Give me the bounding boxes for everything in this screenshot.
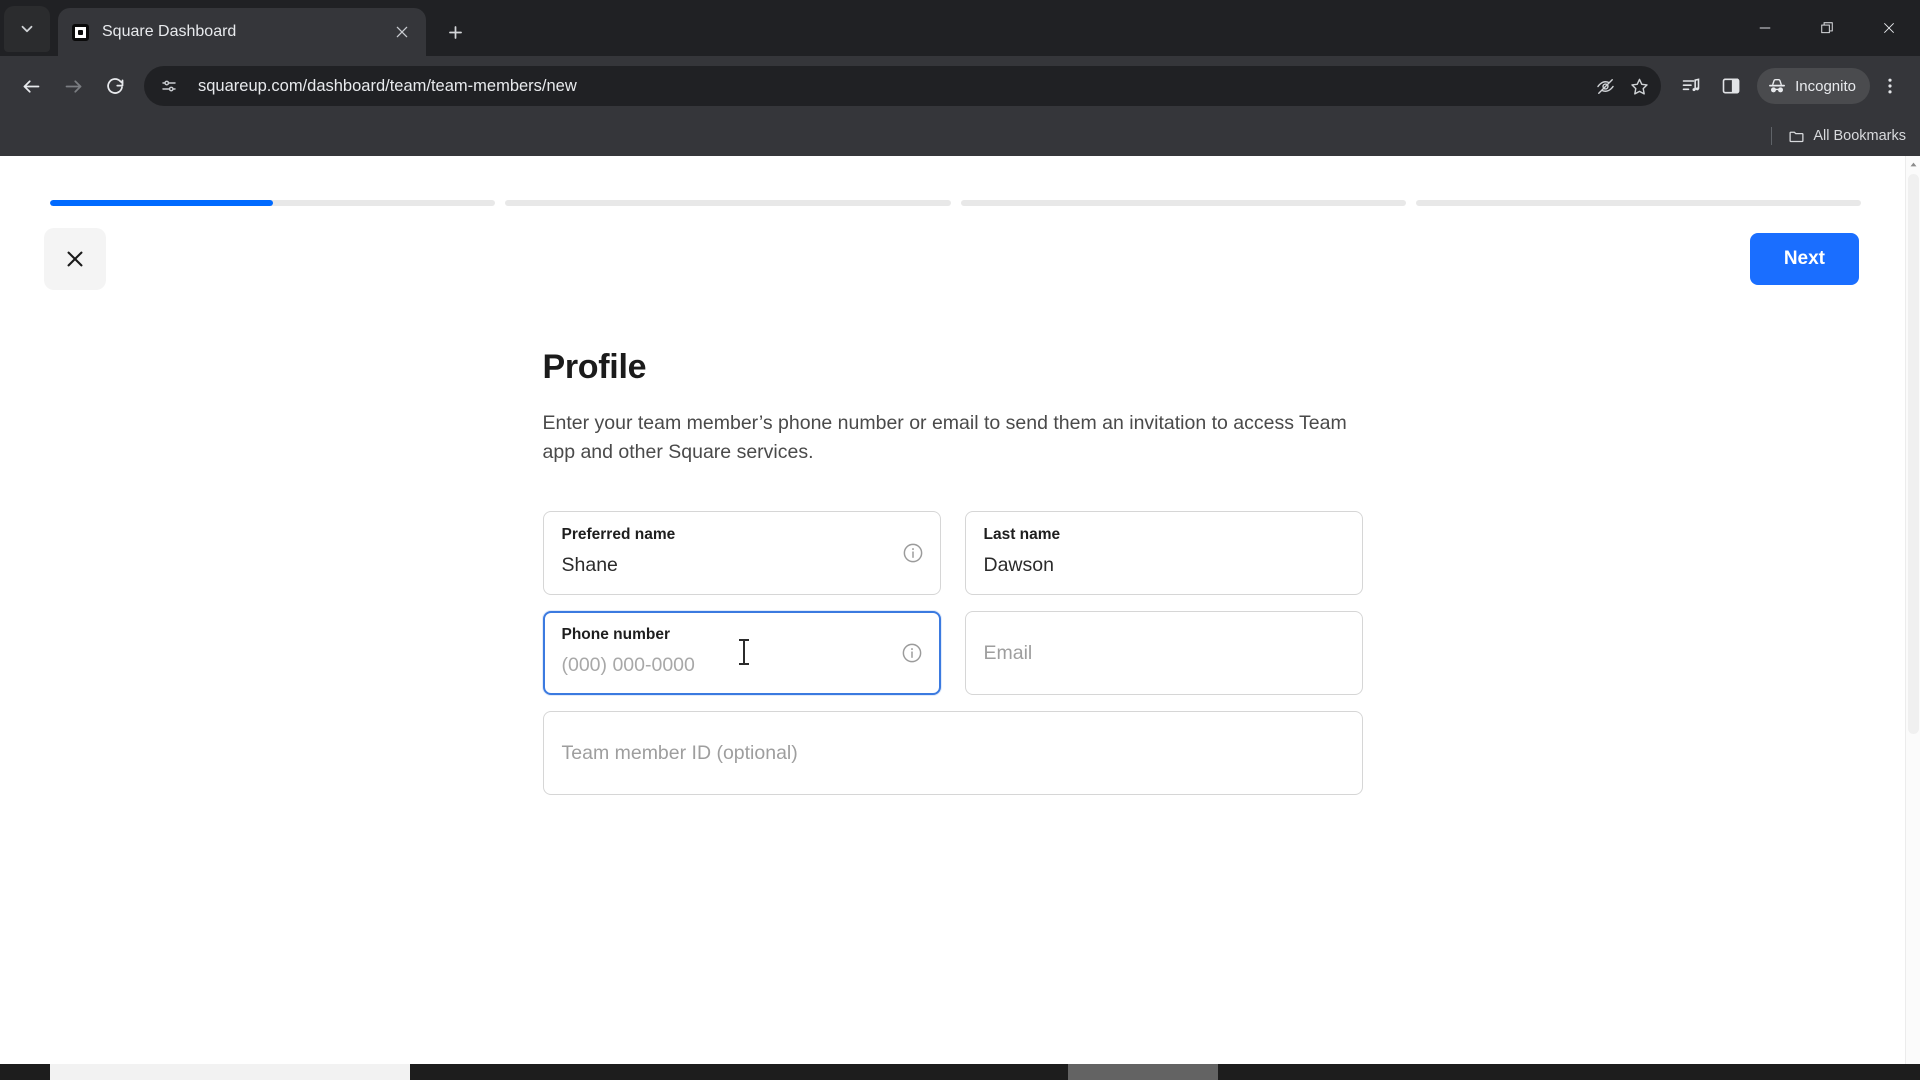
bookmark-star-icon[interactable] bbox=[1623, 70, 1655, 102]
scrollbar-thumb[interactable] bbox=[1908, 174, 1919, 734]
form-row-names: Preferred name Shane Last name Dawson bbox=[542, 510, 1363, 595]
scroll-up-arrow[interactable] bbox=[1906, 156, 1920, 173]
progress-segment-1 bbox=[50, 200, 496, 206]
minimize-icon bbox=[1759, 27, 1771, 29]
progress-segment-4 bbox=[1415, 200, 1861, 206]
incognito-icon bbox=[1769, 78, 1786, 93]
tab-close-icon[interactable] bbox=[390, 20, 414, 44]
phone-number-field[interactable]: Phone number (000) 000-0000 bbox=[542, 610, 941, 695]
preferred-name-label: Preferred name bbox=[561, 525, 676, 543]
close-icon bbox=[67, 251, 83, 267]
bookmarks-bar: All Bookmarks bbox=[0, 116, 1920, 156]
omnibox-actions bbox=[1587, 70, 1655, 102]
progress-segment-2 bbox=[505, 200, 951, 206]
last-name-label: Last name bbox=[983, 525, 1061, 543]
reload-icon bbox=[106, 77, 123, 94]
side-panel-icon bbox=[1722, 78, 1740, 94]
chevron-down-icon bbox=[21, 25, 33, 33]
url-text: squareup.com/dashboard/team/team-members… bbox=[198, 76, 577, 95]
all-bookmarks-label: All Bookmarks bbox=[1813, 128, 1906, 144]
page-title: Profile bbox=[542, 348, 647, 386]
form-row-member-id: Team member ID (optional) bbox=[542, 710, 1363, 795]
address-bar[interactable]: squareup.com/dashboard/team/team-members… bbox=[144, 66, 1662, 106]
bookmarks-divider bbox=[1771, 127, 1773, 145]
form-row-contact: Phone number (000) 000-0000 Email bbox=[542, 610, 1363, 695]
tab-strip: Square Dashboard bbox=[0, 0, 1920, 56]
all-bookmarks-button[interactable]: All Bookmarks bbox=[1788, 128, 1906, 145]
kebab-menu-icon bbox=[1888, 78, 1892, 94]
progress-segment-3 bbox=[960, 200, 1406, 206]
reading-list-icon bbox=[1682, 78, 1700, 92]
back-button[interactable] bbox=[10, 65, 52, 107]
last-name-field[interactable]: Last name Dawson bbox=[964, 510, 1363, 595]
page-header: Next bbox=[0, 206, 1905, 290]
window-minimize-button[interactable] bbox=[1734, 0, 1796, 56]
phone-number-label: Phone number bbox=[561, 625, 671, 643]
new-tab-button[interactable] bbox=[438, 15, 472, 49]
close-icon bbox=[1884, 23, 1894, 33]
onboarding-progress bbox=[0, 156, 1905, 206]
window-controls bbox=[1734, 0, 1920, 56]
forward-button[interactable] bbox=[52, 65, 94, 107]
side-panel-button[interactable] bbox=[1711, 66, 1751, 106]
incognito-indicator[interactable]: Incognito bbox=[1757, 68, 1870, 104]
page-scrollbar[interactable] bbox=[1905, 156, 1920, 1064]
phone-number-placeholder: (000) 000-0000 bbox=[561, 654, 695, 677]
browser-toolbar: squareup.com/dashboard/team/team-members… bbox=[0, 56, 1920, 116]
browser-tab[interactable]: Square Dashboard bbox=[58, 8, 426, 56]
profile-form: Profile Enter your team member’s phone n… bbox=[542, 290, 1363, 795]
incognito-label: Incognito bbox=[1795, 77, 1856, 95]
page-subtitle: Enter your team member’s phone number or… bbox=[542, 412, 1347, 463]
chrome-menu-button[interactable] bbox=[1870, 66, 1910, 106]
preferred-name-field[interactable]: Preferred name Shane bbox=[542, 510, 941, 595]
tab-search-button[interactable] bbox=[4, 6, 50, 52]
page-viewport: Next Profile Enter your team member’s ph… bbox=[0, 156, 1920, 1064]
reload-button[interactable] bbox=[94, 65, 136, 107]
window-maximize-button[interactable] bbox=[1796, 0, 1858, 56]
square-favicon bbox=[70, 22, 90, 42]
window-close-button[interactable] bbox=[1858, 0, 1920, 56]
email-field[interactable]: Email bbox=[964, 610, 1363, 695]
arrow-left-icon bbox=[23, 79, 39, 93]
team-member-id-placeholder: Team member ID (optional) bbox=[561, 741, 798, 764]
taskbar-item[interactable] bbox=[1068, 1064, 1218, 1080]
tracking-protection-icon[interactable] bbox=[1589, 70, 1621, 102]
info-icon[interactable] bbox=[902, 542, 924, 564]
next-button[interactable]: Next bbox=[1749, 233, 1859, 285]
arrow-right-icon bbox=[65, 79, 81, 93]
info-icon[interactable] bbox=[901, 642, 923, 664]
last-name-value: Dawson bbox=[983, 554, 1054, 577]
caret-up-icon bbox=[1910, 162, 1917, 167]
os-taskbar bbox=[0, 1064, 1920, 1080]
email-placeholder: Email bbox=[983, 641, 1033, 664]
form-fields: Preferred name Shane Last name Dawson Ph… bbox=[542, 510, 1363, 795]
site-settings-icon[interactable] bbox=[154, 71, 184, 101]
folder-icon bbox=[1789, 131, 1804, 142]
restore-icon bbox=[1821, 22, 1833, 34]
reading-list-button[interactable] bbox=[1671, 66, 1711, 106]
team-member-id-field[interactable]: Team member ID (optional) bbox=[542, 710, 1363, 795]
tab-title: Square Dashboard bbox=[102, 23, 237, 40]
close-flow-button[interactable] bbox=[44, 228, 106, 290]
browser-window: Square Dashboard squareup.com/dashboard/… bbox=[0, 0, 1920, 1080]
square-dashboard-page: Next Profile Enter your team member’s ph… bbox=[0, 156, 1905, 1064]
plus-icon bbox=[448, 25, 462, 39]
taskbar-item[interactable] bbox=[50, 1064, 410, 1080]
text-cursor bbox=[738, 638, 749, 665]
preferred-name-value: Shane bbox=[561, 554, 618, 577]
